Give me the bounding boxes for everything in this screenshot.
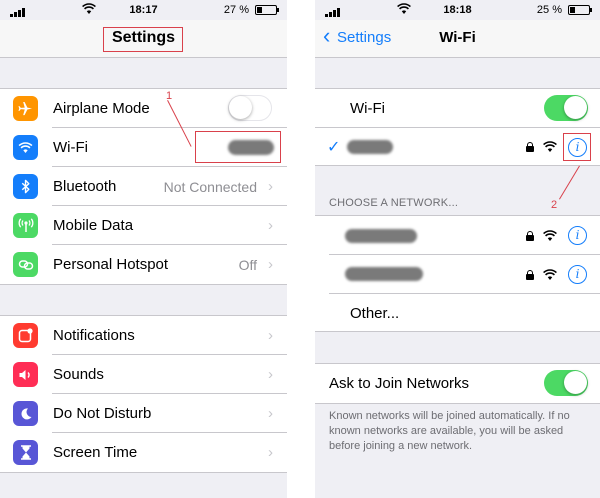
other-network-row[interactable]: Other... — [315, 294, 600, 333]
network-name-redacted — [347, 140, 393, 154]
chevron-right-icon: › — [268, 444, 273, 461]
other-network-label: Other... — [350, 305, 400, 322]
callout-2-line — [559, 165, 581, 200]
wifi-network-highlight-box — [195, 131, 281, 163]
lock-icon — [526, 231, 534, 241]
wifi-signal-icon — [543, 230, 557, 241]
battery-percent: 25 % — [536, 4, 562, 16]
bluetooth-label: Bluetooth — [53, 178, 117, 195]
info-icon[interactable]: i — [568, 226, 587, 245]
airplane-mode-label: Airplane Mode — [53, 100, 150, 117]
personal-hotspot-label: Personal Hotspot — [53, 256, 169, 273]
chevron-right-icon: › — [268, 327, 273, 344]
do-not-disturb-row[interactable]: Do Not Disturb › — [0, 394, 287, 433]
settings-screen: 18:17 27 % Settings Airplane Mode Wi-Fi … — [0, 0, 287, 498]
info-highlight-box — [563, 133, 591, 161]
mobile-data-label: Mobile Data — [53, 217, 134, 234]
chevron-right-icon: › — [268, 366, 273, 383]
ask-to-join-group: Ask to Join Networks — [315, 363, 600, 404]
wifi-signal-icon — [543, 269, 557, 280]
connectivity-group: Airplane Mode Wi-Fi Bluetooth Not Connec… — [0, 88, 287, 285]
info-icon[interactable]: i — [568, 265, 587, 284]
network-name-redacted — [345, 267, 423, 281]
wifi-toggle-group: Wi-Fi ✓ i — [315, 88, 600, 166]
battery-icon — [255, 5, 279, 15]
do-not-disturb-label: Do Not Disturb — [53, 405, 152, 422]
checkmark-icon: ✓ — [327, 139, 341, 156]
notifications-row[interactable]: Notifications › — [0, 316, 287, 355]
ask-to-join-label: Ask to Join Networks — [329, 375, 470, 392]
page-title: Wi-Fi — [439, 29, 476, 46]
wifi-label: Wi-Fi — [53, 139, 88, 156]
sounds-label: Sounds — [53, 366, 104, 383]
wifi-toggle-row: Wi-Fi — [315, 89, 600, 128]
notifications-icon — [13, 323, 38, 348]
network-name-redacted — [345, 229, 417, 243]
callout-2-number: 2 — [551, 199, 558, 211]
notifications-group: Notifications › Sounds › Do Not Disturb … — [0, 315, 287, 473]
battery-percent: 27 % — [223, 4, 249, 16]
notifications-label: Notifications — [53, 327, 135, 344]
airplane-mode-toggle[interactable] — [228, 95, 272, 121]
antenna-icon — [13, 213, 38, 238]
lock-icon — [526, 142, 534, 152]
chevron-right-icon: › — [268, 256, 273, 273]
navigation-bar: ‹ Settings Wi-Fi — [315, 20, 600, 58]
choose-network-header: CHOOSE A NETWORK... — [329, 197, 459, 209]
airplane-mode-row[interactable]: Airplane Mode — [0, 89, 287, 128]
battery-icon — [568, 5, 592, 15]
network-row[interactable]: i — [315, 216, 600, 255]
hotspot-icon — [13, 252, 38, 277]
wifi-icon — [13, 135, 38, 160]
status-bar: 18:18 25 % — [315, 0, 600, 20]
personal-hotspot-status: Off — [238, 257, 257, 273]
bluetooth-row[interactable]: Bluetooth Not Connected › — [0, 167, 287, 206]
personal-hotspot-row[interactable]: Personal Hotspot Off › — [0, 245, 287, 284]
bluetooth-icon — [13, 174, 38, 199]
mobile-data-row[interactable]: Mobile Data › — [0, 206, 287, 245]
chevron-right-icon: › — [268, 405, 273, 422]
screen-time-label: Screen Time — [53, 444, 138, 461]
wifi-signal-icon — [543, 141, 557, 152]
lock-icon — [526, 270, 534, 280]
wifi-row[interactable]: Wi-Fi — [0, 128, 287, 167]
hourglass-icon — [13, 440, 38, 465]
wifi-screen: 18:18 25 % ‹ Settings Wi-Fi Wi-Fi ✓ i CH… — [315, 0, 600, 498]
screen-time-row[interactable]: Screen Time › — [0, 433, 287, 472]
moon-icon — [13, 401, 38, 426]
ask-to-join-row: Ask to Join Networks — [315, 364, 600, 403]
status-bar: 18:17 27 % — [0, 0, 287, 20]
navigation-bar: Settings — [0, 20, 287, 58]
airplane-icon — [13, 96, 38, 121]
chevron-right-icon: › — [268, 178, 273, 195]
ask-to-join-footer: Known networks will be joined automatica… — [329, 410, 570, 452]
network-row[interactable]: i — [315, 255, 600, 294]
sounds-row[interactable]: Sounds › — [0, 355, 287, 394]
chevron-right-icon: › — [268, 217, 273, 234]
connected-network-row[interactable]: ✓ i — [315, 128, 600, 167]
wifi-label: Wi-Fi — [350, 100, 385, 117]
wifi-toggle[interactable] — [544, 95, 588, 121]
available-networks-group: i i Other... — [315, 215, 600, 332]
speaker-icon — [13, 362, 38, 387]
title-highlight-box — [103, 27, 183, 52]
ask-to-join-toggle[interactable] — [544, 370, 588, 396]
bluetooth-status: Not Connected — [163, 179, 257, 195]
callout-1-number: 1 — [166, 90, 173, 102]
